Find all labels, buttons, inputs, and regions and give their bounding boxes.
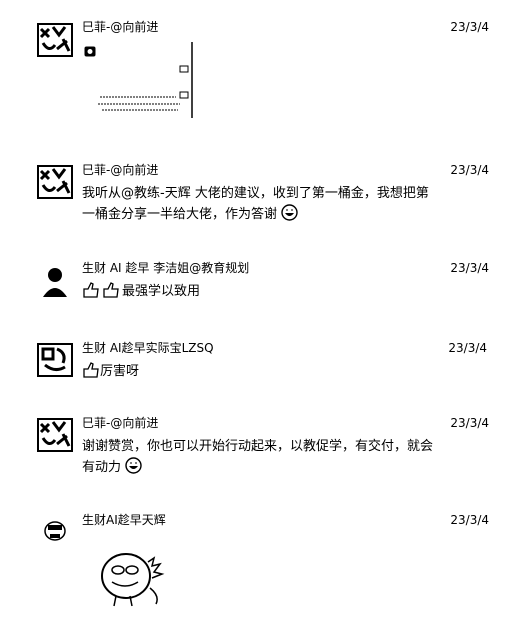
message-text: 我听从@教练-天辉 大佬的建议，收到了第一桶金，我想把第一桶金分享一半给大佬，作… bbox=[82, 183, 437, 228]
avatar[interactable] bbox=[37, 23, 73, 57]
sender-name[interactable]: 巳菲-@向前进 bbox=[82, 20, 158, 34]
message-date: 23/3/4 bbox=[448, 341, 487, 355]
person-avatar-icon bbox=[43, 268, 67, 297]
scribble-avatar-icon bbox=[37, 418, 73, 452]
dinosaur-sticker-icon[interactable] bbox=[98, 548, 168, 608]
message-date: 23/3/4 bbox=[450, 163, 489, 177]
shared-image[interactable] bbox=[96, 42, 196, 118]
thumbs-up-emoji bbox=[82, 281, 122, 305]
avatar[interactable] bbox=[37, 263, 73, 297]
message-body: 最强学以致用 bbox=[122, 284, 201, 299]
message-date: 23/3/4 bbox=[450, 416, 489, 430]
message-item: 巳菲-@向前进 23/3/4 我听从@教练-天辉 大佬的建议，收到了第一桶金，我… bbox=[0, 163, 532, 233]
message-text: 厉害呀 bbox=[82, 361, 437, 385]
pattern-avatar-icon bbox=[37, 343, 73, 377]
message-item: 生财 AI趁早实际宝LZSQ 23/3/4 厉害呀 bbox=[0, 341, 532, 391]
message-item: 生财 AI 趁早 李洁姐@教育规划 23/3/4 最强学以致用 bbox=[0, 261, 532, 311]
sender-name[interactable]: 生财 AI趁早实际宝LZSQ bbox=[82, 341, 214, 355]
sender-name[interactable]: 生财AI趁早天辉 bbox=[82, 513, 166, 527]
avatar[interactable] bbox=[37, 343, 73, 377]
avatar[interactable] bbox=[37, 418, 73, 452]
message-item: 生财AI趁早天辉 23/3/4 bbox=[0, 513, 532, 613]
message-text: 谢谢赞赏，你也可以开始行动起来，以教促学，有交付，就会有动力 bbox=[82, 436, 437, 481]
message-date: 23/3/4 bbox=[450, 261, 489, 275]
sender-name[interactable]: 巳菲-@向前进 bbox=[82, 416, 158, 430]
cartoon-avatar-icon bbox=[44, 521, 66, 541]
sender-name[interactable]: 生财 AI 趁早 李洁姐@教育规划 bbox=[82, 261, 249, 275]
message-text: 最强学以致用 bbox=[82, 281, 437, 305]
chat-image-icon[interactable] bbox=[84, 42, 96, 57]
avatar[interactable] bbox=[37, 165, 73, 199]
message-date: 23/3/4 bbox=[450, 513, 489, 527]
avatar[interactable] bbox=[40, 515, 70, 543]
thumbs-up-emoji bbox=[82, 361, 100, 385]
message-body: 厉害呀 bbox=[100, 364, 140, 379]
message-date: 23/3/4 bbox=[450, 20, 489, 34]
grin-emoji bbox=[125, 457, 142, 481]
message-item: 巳菲-@向前进 23/3/4 bbox=[0, 20, 532, 130]
sender-name[interactable]: 巳菲-@向前进 bbox=[82, 163, 158, 177]
message-item: 巳菲-@向前进 23/3/4 谢谢赞赏，你也可以开始行动起来，以教促学，有交付，… bbox=[0, 416, 532, 486]
scribble-avatar-icon bbox=[37, 165, 73, 199]
scribble-avatar-icon bbox=[37, 23, 73, 57]
grin-emoji bbox=[281, 204, 298, 228]
message-body: 我听从@教练-天辉 大佬的建议，收到了第一桶金，我想把第一桶金分享一半给大佬，作… bbox=[82, 186, 429, 222]
